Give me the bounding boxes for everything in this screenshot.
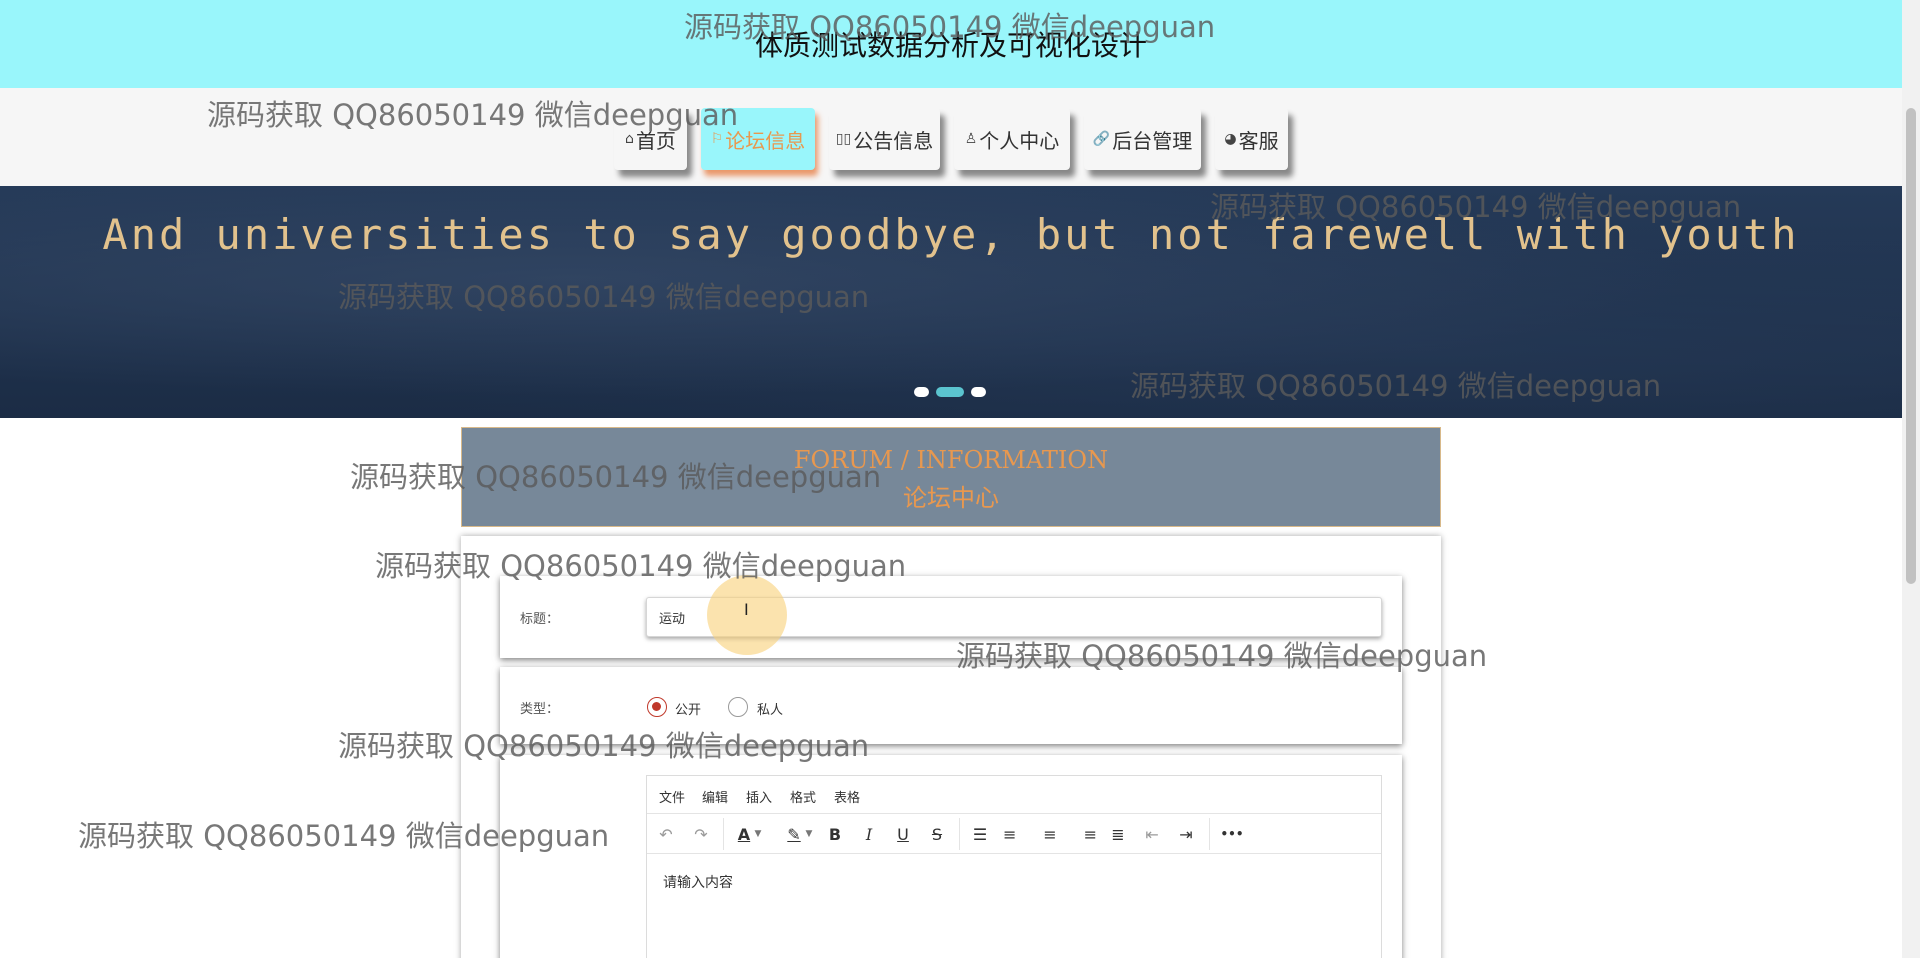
chat-icon: ◕ xyxy=(1224,131,1237,147)
underline-icon[interactable]: U xyxy=(890,822,916,846)
radio-public-label[interactable]: 公开 xyxy=(675,699,701,718)
scrollbar-thumb[interactable] xyxy=(1906,108,1916,584)
user-icon: ♙ xyxy=(964,131,978,147)
flag-icon: ⚐ xyxy=(710,131,724,147)
nav-forum[interactable]: ⚐ 论坛信息 xyxy=(701,108,815,170)
bold-icon[interactable]: B xyxy=(822,822,848,846)
nav-profile[interactable]: ♙ 个人中心 xyxy=(954,108,1070,170)
carousel-dot-2[interactable] xyxy=(936,387,964,397)
type-label: 类型： xyxy=(520,702,560,717)
editor-menubar: 文件 编辑 插入 格式 表格 xyxy=(647,776,1381,814)
align-left-icon[interactable]: ≡ xyxy=(1003,822,1029,846)
align-justify-icon[interactable]: ≣ xyxy=(1105,822,1131,846)
carousel-dot-3[interactable] xyxy=(971,387,986,397)
link-icon: 🔗 xyxy=(1092,131,1111,147)
outdent-icon[interactable]: ⇤ xyxy=(1139,822,1165,846)
site-header: 体质测试数据分析及可视化设计 xyxy=(0,0,1902,88)
nav-service-label: 客服 xyxy=(1238,128,1279,153)
toolbar-divider xyxy=(959,818,960,850)
title-label: 标题： xyxy=(520,612,560,627)
nav-home-label: 首页 xyxy=(635,128,676,153)
redo-icon[interactable]: ↷ xyxy=(688,822,714,846)
radio-public[interactable] xyxy=(647,697,667,717)
menu-file[interactable]: 文件 xyxy=(659,787,685,806)
editor-toolbar: ↶ ↷ A ▼ ✎ ▼ B I U S ☰ ≡ ≡ ≡ ≣ ⇤ ⇥ ••• xyxy=(647,814,1381,854)
nav-forum-label: 论坛信息 xyxy=(725,128,806,153)
radio-private-label[interactable]: 私人 xyxy=(757,699,783,718)
align-center-icon[interactable]: ≡ xyxy=(1037,822,1063,846)
forum-section-header: FORUM / INFORMATION 论坛中心 xyxy=(461,427,1441,527)
line-height-icon[interactable]: ☰ xyxy=(967,822,993,846)
banner-slogan: And universities to say goodbye, but not… xyxy=(102,210,1800,259)
italic-icon[interactable]: I xyxy=(856,822,882,846)
more-icon[interactable]: ••• xyxy=(1219,822,1245,846)
nav-service[interactable]: ◕ 客服 xyxy=(1215,108,1288,170)
section-title-zh: 论坛中心 xyxy=(903,484,999,512)
home-icon: ⌂ xyxy=(625,131,634,147)
carousel-dot-1[interactable] xyxy=(914,387,929,397)
site-title: 体质测试数据分析及可视化设计 xyxy=(754,29,1147,62)
editor-placeholder[interactable]: 请输入内容 xyxy=(663,872,733,892)
nav-announcement-label: 公告信息 xyxy=(853,128,934,153)
indent-icon[interactable]: ⇥ xyxy=(1173,822,1199,846)
nav-admin[interactable]: 🔗 后台管理 xyxy=(1084,108,1201,170)
nav-admin-label: 后台管理 xyxy=(1112,128,1193,153)
toolbar-divider xyxy=(1209,818,1210,850)
book-icon: ▯▯ xyxy=(835,131,852,147)
toolbar-divider xyxy=(723,818,724,850)
form-row-type xyxy=(500,667,1402,744)
menu-format[interactable]: 格式 xyxy=(790,787,816,806)
title-input[interactable] xyxy=(646,597,1382,637)
page-scrollbar[interactable] xyxy=(1902,0,1920,958)
main-nav: ⌂ 首页 ⚐ 论坛信息 ▯▯ 公告信息 ♙ 个人中心 🔗 后台管理 ◕ 客服 xyxy=(0,88,1902,186)
strikethrough-icon[interactable]: S xyxy=(924,822,950,846)
menu-insert[interactable]: 插入 xyxy=(746,787,772,806)
nav-profile-label: 个人中心 xyxy=(979,128,1060,153)
section-title-en: FORUM / INFORMATION xyxy=(793,446,1109,474)
menu-edit[interactable]: 编辑 xyxy=(702,787,728,806)
undo-icon[interactable]: ↶ xyxy=(653,822,679,846)
rich-text-editor: 文件 编辑 插入 格式 表格 ↶ ↷ A ▼ ✎ ▼ B I U S ☰ ≡ ≡… xyxy=(646,775,1382,958)
radio-private[interactable] xyxy=(728,697,748,717)
chevron-down-icon[interactable]: ▼ xyxy=(751,822,765,846)
nav-home[interactable]: ⌂ 首页 xyxy=(614,108,687,170)
menu-table[interactable]: 表格 xyxy=(834,787,860,806)
banner-carousel: And universities to say goodbye, but not… xyxy=(0,186,1902,418)
chevron-down-icon[interactable]: ▼ xyxy=(802,822,816,846)
nav-announcement[interactable]: ▯▯ 公告信息 xyxy=(829,108,940,170)
align-right-icon[interactable]: ≡ xyxy=(1071,822,1097,846)
